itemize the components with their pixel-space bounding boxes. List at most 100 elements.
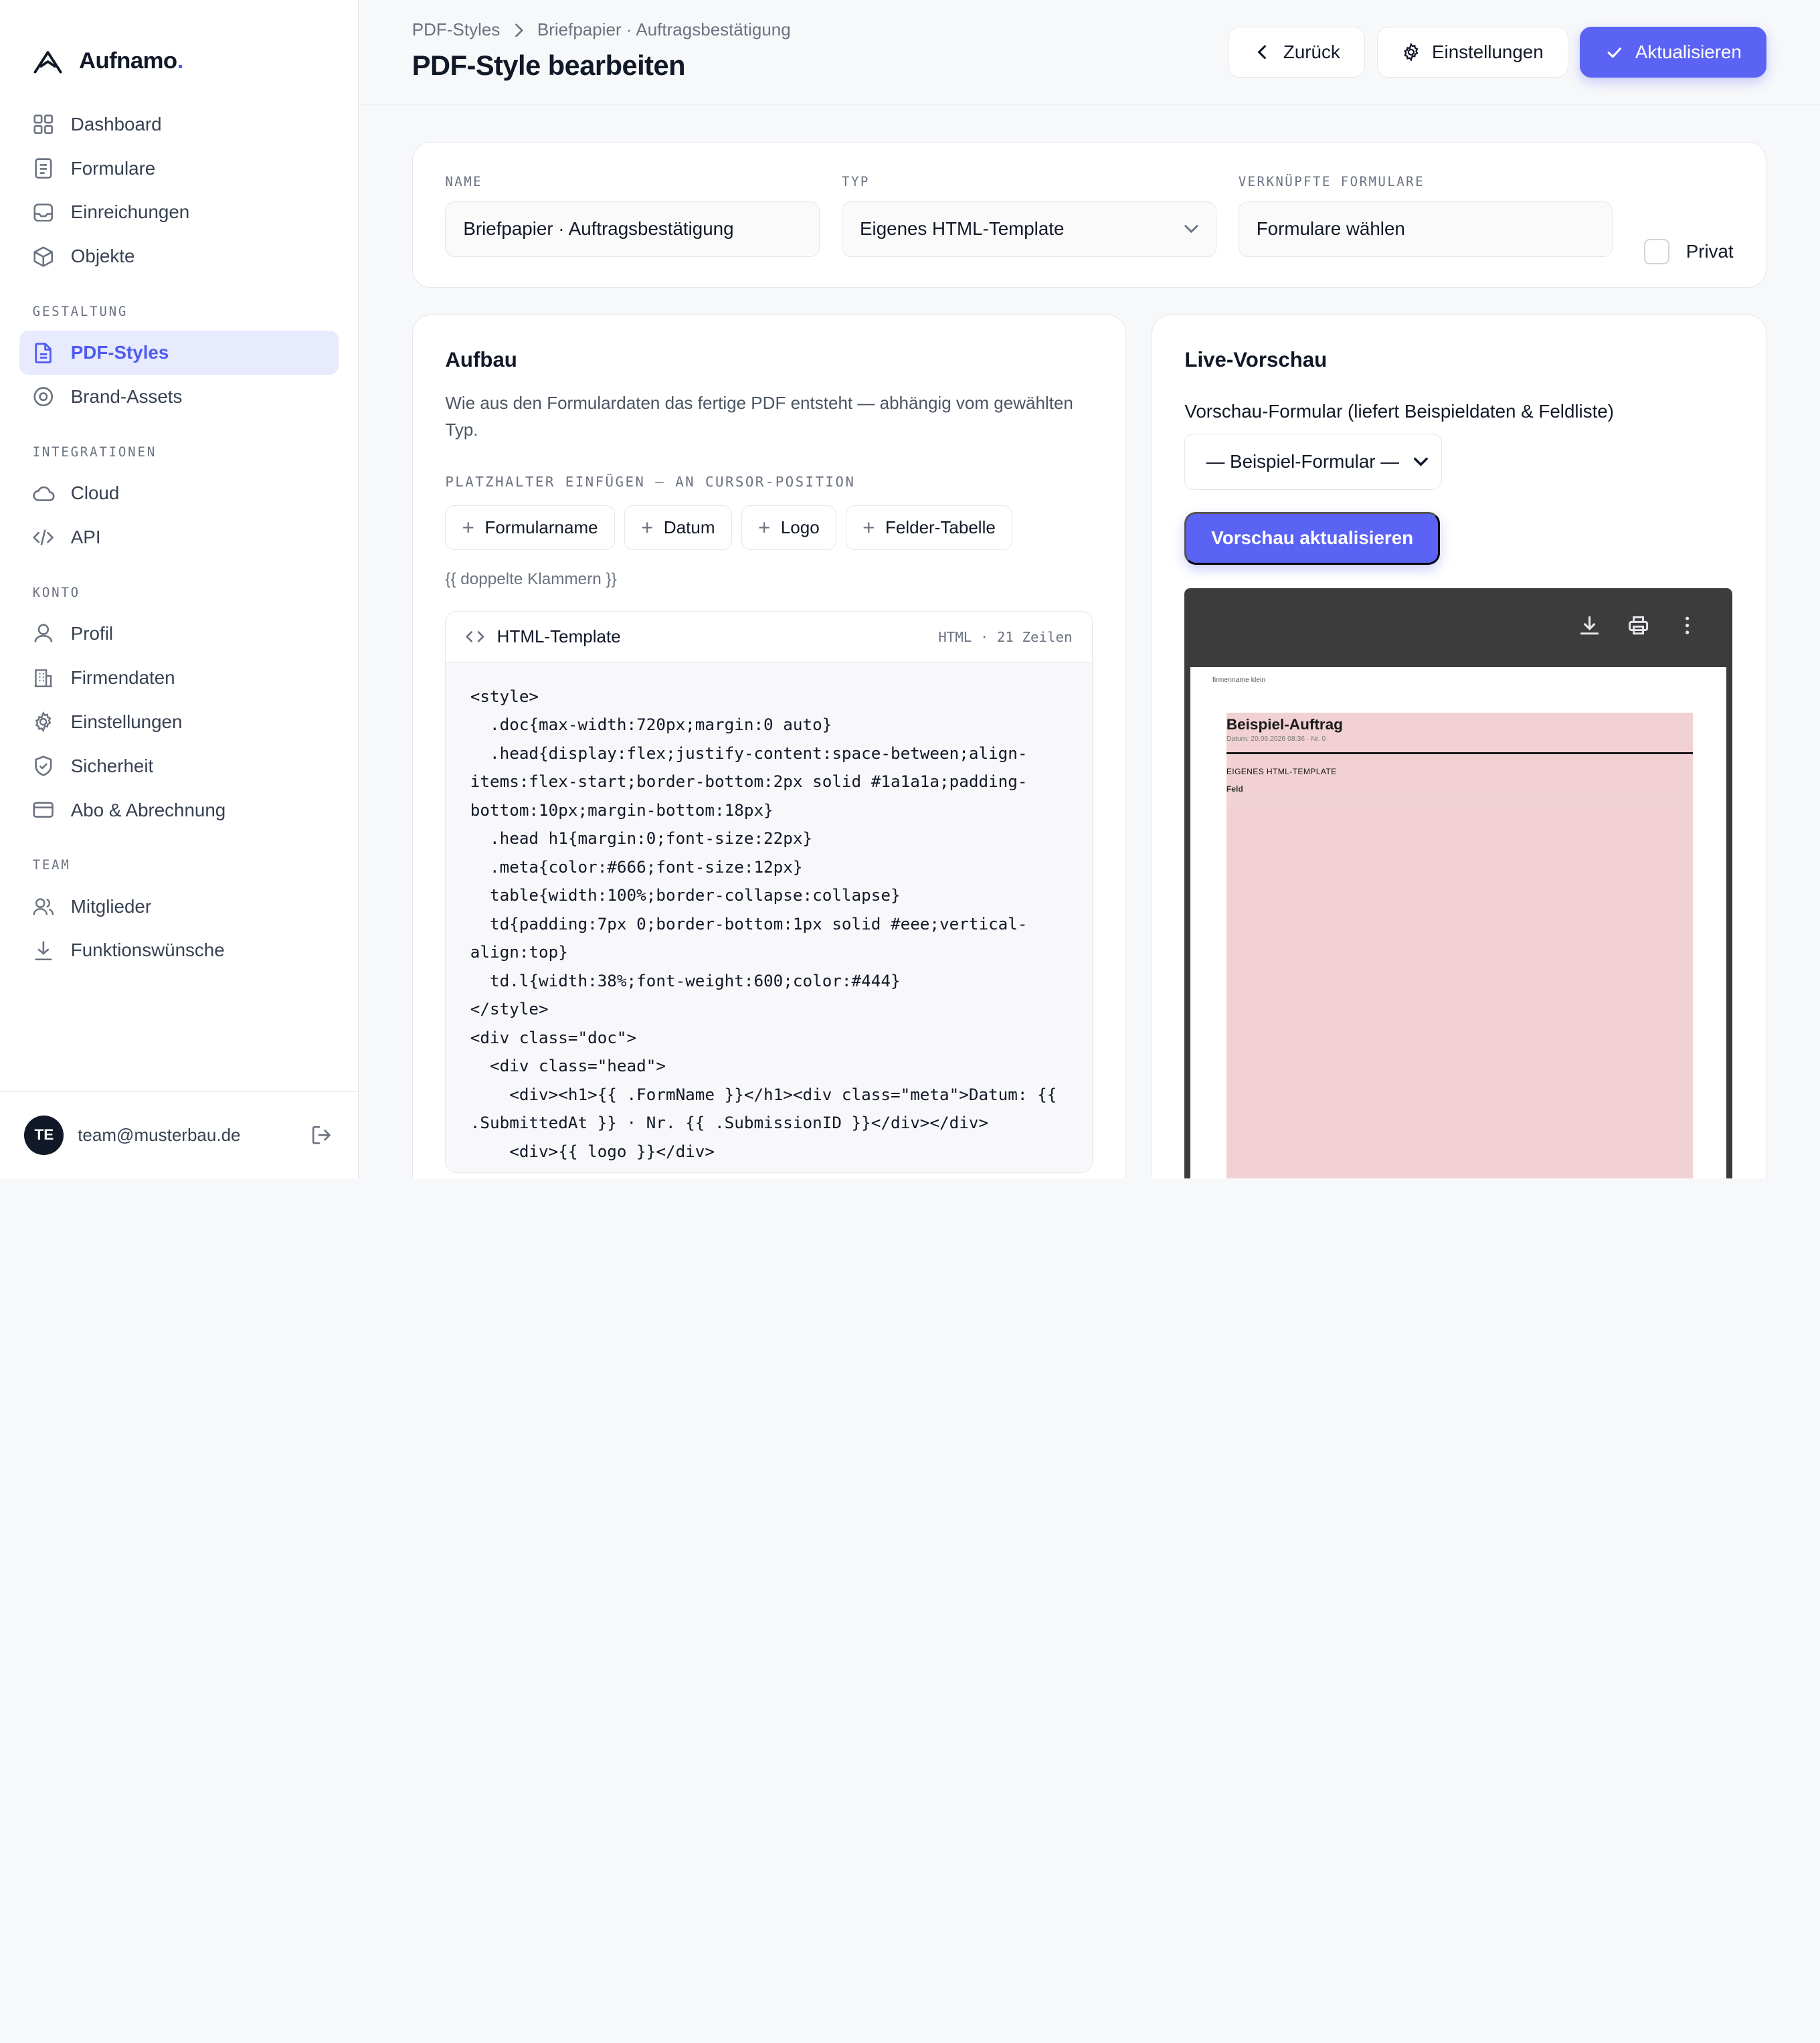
section-konto: KONTO xyxy=(32,585,80,600)
document-icon xyxy=(33,157,55,179)
pdf-field-label: Feld xyxy=(1226,784,1243,794)
inbox-icon xyxy=(33,201,55,224)
code-icon xyxy=(466,631,484,642)
preview-form-select[interactable]: — Beispiel-Formular — xyxy=(1184,434,1443,490)
chip-datum[interactable]: + Datum xyxy=(624,505,732,551)
sidebar-item-abo[interactable]: Abo & Abrechnung xyxy=(19,788,338,832)
download-icon[interactable] xyxy=(1579,615,1600,636)
gear-icon xyxy=(33,711,55,733)
cloud-icon xyxy=(32,482,55,505)
sidebar-item-funktionswuensche[interactable]: Funktionswünsche xyxy=(19,929,338,973)
sidebar-nav: Dashboard Formulare Einreichungen Objekt… xyxy=(0,102,358,973)
name-field: NAME Briefpapier · Auftragsbestätigung xyxy=(445,175,820,287)
sidebar-item-label: Brand-Assets xyxy=(70,386,183,408)
sidebar-item-label: Cloud xyxy=(70,482,120,504)
chip-logo[interactable]: + Logo xyxy=(741,505,836,551)
logout-icon[interactable] xyxy=(310,1124,333,1147)
sidebar-item-label: Einstellungen xyxy=(70,711,183,732)
plus-icon: + xyxy=(757,516,771,540)
chip-felder-tabelle[interactable]: + Felder-Tabelle xyxy=(845,505,1013,551)
user-bar: TE team@musterbau.de xyxy=(0,1091,358,1178)
pdf-divider xyxy=(1226,752,1694,754)
app-name: Aufnamo. xyxy=(78,48,183,74)
gear-icon xyxy=(1404,43,1419,62)
settings-button[interactable]: Einstellungen xyxy=(1376,26,1569,78)
plus-icon: + xyxy=(862,516,875,540)
credit-card-icon xyxy=(33,799,55,821)
sidebar-item-label: Dashboard xyxy=(70,113,162,135)
building-icon xyxy=(33,667,55,689)
build-card: Aufbau Wie aus den Formulardaten das fer… xyxy=(412,315,1126,1178)
sidebar-item-label: Funktionswünsche xyxy=(70,940,225,961)
sidebar-item-label: Firmendaten xyxy=(70,667,175,688)
sidebar-item-label: Mitglieder xyxy=(70,895,152,917)
sidebar-item-profil[interactable]: Profil xyxy=(19,612,338,656)
section-team: TEAM xyxy=(32,858,71,873)
logo[interactable]: Aufnamo. xyxy=(0,0,358,90)
forms-select[interactable]: Formulare wählen xyxy=(1238,201,1613,257)
editor-header: HTML-Template HTML · 21 Zeilen xyxy=(446,611,1093,663)
back-button[interactable]: Zurück xyxy=(1228,26,1366,78)
avatar[interactable]: TE xyxy=(24,1115,64,1155)
sidebar-item-label: API xyxy=(70,527,101,548)
breadcrumb-item: Briefpapier · Auftragsbestätigung xyxy=(537,19,791,40)
pdf-toolbar xyxy=(1184,588,1732,662)
sidebar-item-einstellungen[interactable]: Einstellungen xyxy=(19,700,338,744)
name-input[interactable]: Briefpapier · Auftragsbestätigung xyxy=(445,201,820,257)
cube-icon xyxy=(33,246,55,268)
private-label: Privat xyxy=(1686,241,1734,262)
sidebar-item-mitglieder[interactable]: Mitglieder xyxy=(19,885,338,929)
pdf-page: firmenname klein Beispiel-Auftrag Datum:… xyxy=(1190,667,1727,1178)
check-icon xyxy=(1607,48,1621,58)
pdf-heading: Beispiel-Auftrag xyxy=(1226,715,1343,733)
sidebar-item-sicherheit[interactable]: Sicherheit xyxy=(19,744,338,788)
placeholder-chips: + Formularname + Datum + Logo + Felder-Tabel… xyxy=(445,505,1093,551)
pdf-viewer: firmenname klein Beispiel-Auftrag Datum:… xyxy=(1184,588,1733,1178)
breadcrumb: PDF-Styles Briefpapier · Auftragsbestäti… xyxy=(412,19,791,40)
name-label: NAME xyxy=(445,175,483,190)
print-icon[interactable] xyxy=(1628,615,1649,636)
sidebar-item-dashboard[interactable]: Dashboard xyxy=(19,102,338,147)
sidebar-item-firmendaten[interactable]: Firmendaten xyxy=(19,656,338,700)
meta-card: NAME Briefpapier · Auftragsbestätigung T… xyxy=(412,141,1767,288)
pdf-body: Beispiel-Auftrag Datum: 20.06.2026 08:36… xyxy=(1226,712,1694,1178)
chip-formularname[interactable]: + Formularname xyxy=(445,505,615,551)
chevron-down-icon xyxy=(1184,225,1198,234)
sidebar-item-label: Objekte xyxy=(70,246,135,267)
target-icon xyxy=(33,386,55,408)
private-toggle[interactable]: Privat xyxy=(1644,217,1734,288)
sidebar-item-brand-assets[interactable]: Brand-Assets xyxy=(19,375,338,419)
sidebar-item-pdf-styles[interactable]: PDF-Styles xyxy=(19,331,339,375)
user-email: team@musterbau.de xyxy=(78,1124,241,1145)
pdf-section-title: EIGENES HTML-TEMPLATE xyxy=(1226,767,1337,777)
preview-form-label: Vorschau-Formular (liefert Beispieldaten… xyxy=(1184,401,1614,422)
refresh-preview-button[interactable]: Vorschau aktualisieren xyxy=(1184,511,1440,565)
sidebar-item-einreichungen[interactable]: Einreichungen xyxy=(19,190,338,234)
chevron-left-icon xyxy=(1257,45,1266,60)
page-title: PDF-Style bearbeiten xyxy=(412,50,686,82)
update-button[interactable]: Aktualisieren xyxy=(1580,26,1767,78)
private-checkbox[interactable] xyxy=(1644,239,1670,265)
plus-icon: + xyxy=(462,516,474,540)
top-actions: Zurück Einstellungen Aktualisieren xyxy=(1228,26,1767,78)
type-field: TYP Eigenes HTML-Template xyxy=(842,175,1216,287)
sidebar-item-label: PDF-Styles xyxy=(70,342,169,363)
type-select[interactable]: Eigenes HTML-Template xyxy=(842,201,1216,257)
preview-title: Live-Vorschau xyxy=(1184,347,1328,371)
forms-field: VERKNÜPFTE FORMULARE Formulare wählen xyxy=(1238,175,1613,287)
sidebar-item-objekte[interactable]: Objekte xyxy=(19,234,338,278)
breadcrumb-item[interactable]: PDF-Styles xyxy=(412,19,500,40)
preview-card: Live-Vorschau Vorschau-Formular (liefert… xyxy=(1151,315,1767,1178)
pdf-firm-name: firmenname klein xyxy=(1212,676,1266,684)
sidebar-item-formulare[interactable]: Formulare xyxy=(19,147,338,191)
sidebar-item-label: Abo & Abrechnung xyxy=(70,799,226,820)
sidebar-item-cloud[interactable]: Cloud xyxy=(19,471,338,515)
build-title: Aufbau xyxy=(445,347,517,371)
forms-label: VERKNÜPFTE FORMULARE xyxy=(1238,175,1425,190)
sidebar-item-api[interactable]: API xyxy=(19,515,338,559)
user-icon xyxy=(33,623,55,645)
sidebar-item-label: Einreichungen xyxy=(70,201,190,223)
code-textarea[interactable]: <style> .doc{max-width:720px;margin:0 au… xyxy=(446,662,1093,1172)
more-vertical-icon[interactable] xyxy=(1677,615,1698,636)
code-editor: HTML-Template HTML · 21 Zeilen <style> .… xyxy=(445,610,1093,1173)
